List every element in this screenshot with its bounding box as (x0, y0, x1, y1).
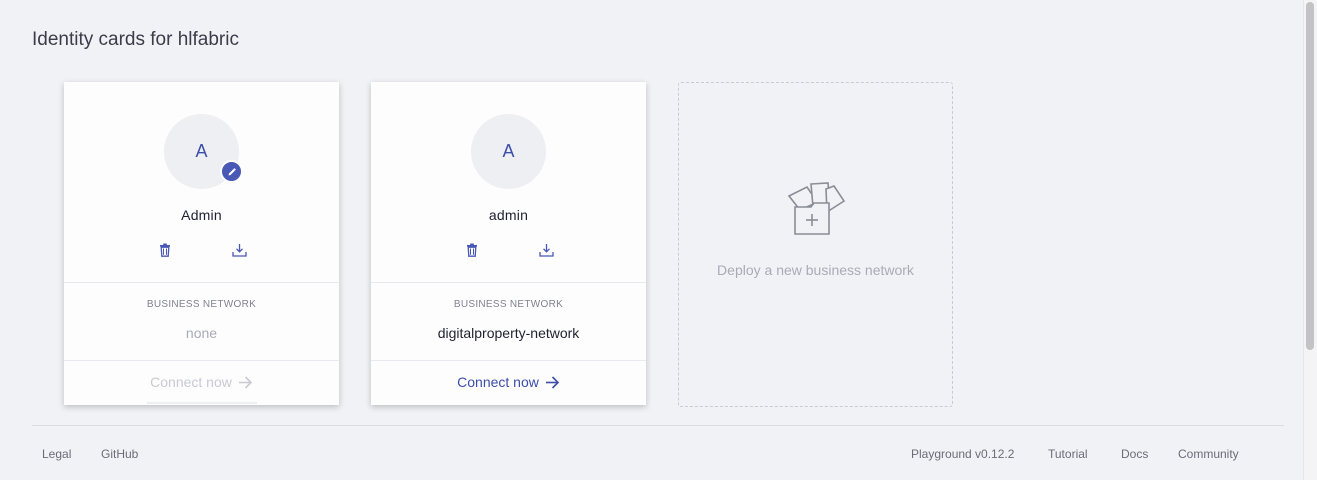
scrollbar-thumb[interactable] (1306, 2, 1314, 350)
deploy-network-label: Deploy a new business network (717, 262, 914, 278)
business-network-value: digitalproperty-network (437, 325, 580, 341)
divider (64, 360, 339, 361)
avatar-initial: A (195, 141, 208, 161)
footer-version[interactable]: Playground v0.12.2 (911, 447, 1014, 461)
connect-now-button[interactable]: Connect now (371, 374, 646, 390)
avatar: A (164, 114, 243, 189)
deploy-network-card[interactable]: Deploy a new business network (678, 82, 953, 407)
avatar: A (471, 114, 546, 189)
card-name: Admin (181, 207, 222, 223)
connect-now-button[interactable]: Connect now (64, 374, 339, 390)
connect-underline (147, 402, 257, 404)
pencil-icon[interactable] (220, 160, 243, 183)
identity-card-admin: A Admin BUSINESS NETWORK none Connect no… (64, 82, 339, 405)
download-icon[interactable] (538, 242, 554, 258)
deploy-network-icon (787, 182, 846, 235)
business-network-label: BUSINESS NETWORK (146, 299, 257, 310)
page-title: Identity cards for hlfabric (32, 29, 239, 50)
connect-now-label: Connect now (150, 374, 232, 390)
business-network-value: none (185, 325, 218, 341)
divider (371, 360, 646, 361)
footer-link-tutorial[interactable]: Tutorial (1048, 447, 1088, 461)
business-network-label: BUSINESS NETWORK (453, 299, 564, 310)
card-name: admin (488, 207, 529, 223)
arrow-right-icon (238, 375, 252, 389)
connect-now-label: Connect now (457, 374, 539, 390)
footer-link-docs[interactable]: Docs (1121, 447, 1148, 461)
avatar-initial: A (502, 141, 515, 161)
divider (371, 282, 646, 283)
arrow-right-icon (545, 375, 559, 389)
divider (64, 282, 339, 283)
delete-icon[interactable] (157, 242, 173, 258)
delete-icon[interactable] (464, 242, 480, 258)
footer-divider (32, 425, 1284, 426)
footer-link-legal[interactable]: Legal (42, 447, 71, 461)
footer-link-community[interactable]: Community (1178, 447, 1239, 461)
identity-card-admin-network: A admin BUSINESS NETWORK digitalproperty… (371, 82, 646, 405)
download-icon[interactable] (231, 242, 247, 258)
footer-link-github[interactable]: GitHub (101, 447, 138, 461)
